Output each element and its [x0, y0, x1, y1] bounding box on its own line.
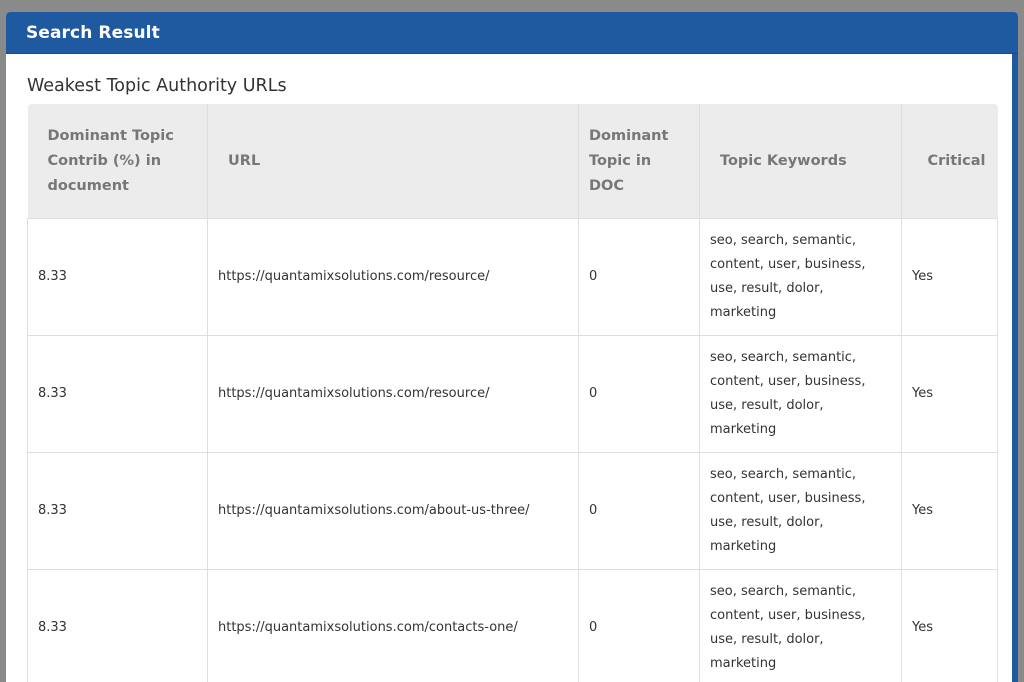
table-row: 8.33 https://quantamixsolutions.com/abou…: [28, 453, 998, 570]
cell-critical: Yes: [902, 453, 998, 570]
cell-critical: Yes: [902, 219, 998, 336]
cell-url: https://quantamixsolutions.com/about-us-…: [208, 453, 579, 570]
table-row: 8.33 https://quantamixsolutions.com/cont…: [28, 570, 998, 682]
cell-contrib: 8.33: [28, 219, 208, 336]
cell-url: https://quantamixsolutions.com/resource/: [208, 336, 579, 453]
column-header-contrib[interactable]: Dominant Topic Contrib (%) in document: [28, 104, 208, 219]
cell-critical: Yes: [902, 336, 998, 453]
column-header-critical[interactable]: Critical: [902, 104, 998, 219]
results-table: Dominant Topic Contrib (%) in document U…: [27, 104, 998, 682]
cell-topic-keywords: seo, search, semantic, content, user, bu…: [700, 336, 902, 453]
vertical-scrollbar[interactable]: [1012, 54, 1018, 682]
cell-topic-keywords: seo, search, semantic, content, user, bu…: [700, 570, 902, 682]
cell-url: https://quantamixsolutions.com/contacts-…: [208, 570, 579, 682]
cell-dominant-topic: 0: [579, 336, 700, 453]
column-header-url[interactable]: URL: [208, 104, 579, 219]
modal-header: Search Result: [6, 12, 1018, 54]
search-result-modal: Search Result Weakest Topic Authority UR…: [6, 12, 1018, 682]
results-table-wrapper: Dominant Topic Contrib (%) in document U…: [27, 104, 997, 682]
table-row: 8.33 https://quantamixsolutions.com/reso…: [28, 219, 998, 336]
column-header-dominant-topic[interactable]: Dominant Topic in DOC: [579, 104, 700, 219]
column-header-topic-keywords[interactable]: Topic Keywords: [700, 104, 902, 219]
cell-dominant-topic: 0: [579, 453, 700, 570]
cell-topic-keywords: seo, search, semantic, content, user, bu…: [700, 219, 902, 336]
cell-url: https://quantamixsolutions.com/resource/: [208, 219, 579, 336]
table-header: Dominant Topic Contrib (%) in document U…: [28, 104, 998, 219]
table-body: 8.33 https://quantamixsolutions.com/reso…: [28, 219, 998, 682]
cell-topic-keywords: seo, search, semantic, content, user, bu…: [700, 453, 902, 570]
cell-contrib: 8.33: [28, 570, 208, 682]
modal-title: Search Result: [26, 23, 160, 43]
cell-critical: Yes: [902, 570, 998, 682]
cell-contrib: 8.33: [28, 336, 208, 453]
cell-dominant-topic: 0: [579, 219, 700, 336]
table-row: 8.33 https://quantamixsolutions.com/reso…: [28, 336, 998, 453]
section-title: Weakest Topic Authority URLs: [27, 76, 287, 96]
table-header-row: Dominant Topic Contrib (%) in document U…: [28, 104, 998, 219]
cell-dominant-topic: 0: [579, 570, 700, 682]
cell-contrib: 8.33: [28, 453, 208, 570]
